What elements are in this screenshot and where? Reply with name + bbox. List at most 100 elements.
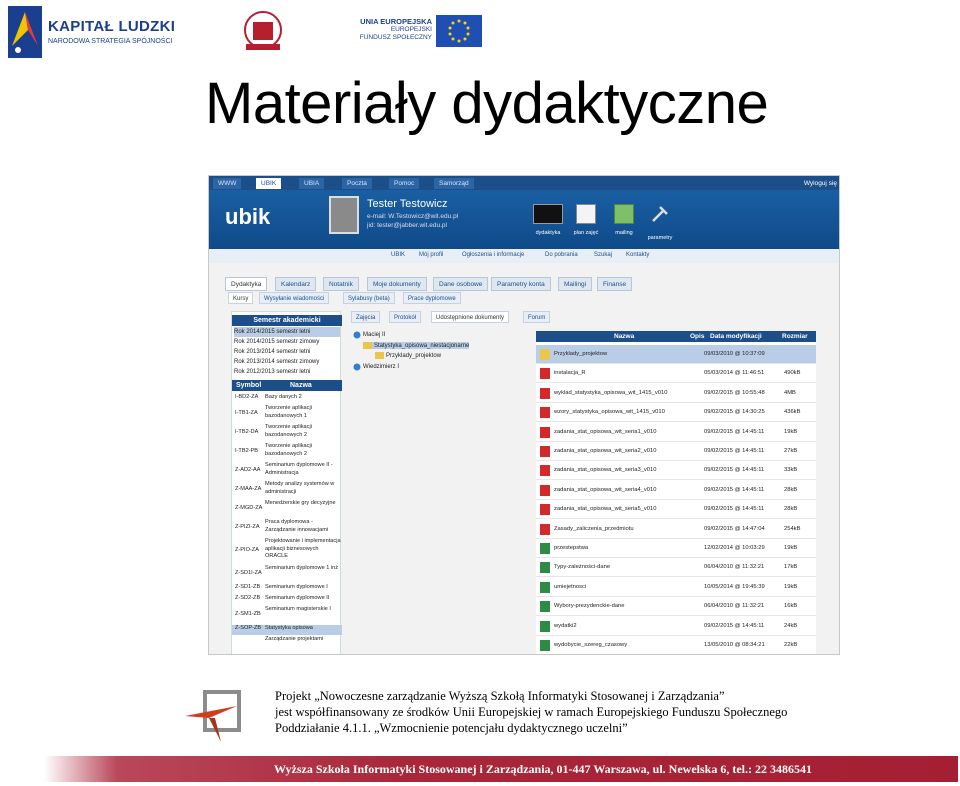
- subnav-ogloszenia[interactable]: Ogłoszenia i informacje: [462, 252, 524, 258]
- course-name: Tworzenie aplikacji bazodanowych 1: [265, 405, 312, 419]
- file-row[interactable]: Przyklady_projektow 09/03/2010 @ 10:37:09: [536, 345, 816, 364]
- file-name: zadania_stat_opisowa_wit_seria5_v010: [554, 506, 657, 513]
- course-code: I-TB2-DA: [235, 429, 259, 435]
- topnav-poczta[interactable]: Poczta: [342, 178, 372, 189]
- course-row[interactable]: Z-PIZI-ZA Praca dyplomowa - Zarządzanie i…: [232, 519, 342, 537]
- topnav-ubia[interactable]: UBIA: [299, 178, 325, 189]
- subtab-sylabusy[interactable]: Sylabusy (beta): [343, 292, 395, 304]
- course-row-selected[interactable]: Z-SOP-ZB Statystyka opisowa: [232, 625, 342, 635]
- semester-item[interactable]: Rok 2013/2014 semestr zimowy: [234, 357, 340, 367]
- tree-folder[interactable]: Przyklady_projektow: [375, 352, 441, 359]
- file-row[interactable]: instalacja_R 05/03/2014 @ 11:46:51 490kB: [536, 364, 816, 384]
- parametry-button[interactable]: parametry: [643, 204, 677, 241]
- file-row[interactable]: Wybory-prezydenckie-dane 06/04/2010 @ 11:…: [536, 597, 816, 617]
- tab-protokol[interactable]: Protokół: [389, 311, 422, 323]
- topnav-ubik[interactable]: UBIK: [256, 178, 282, 189]
- file-row[interactable]: umiejetnosci 10/05/2014 @ 19:45:39 19kB: [536, 578, 816, 597]
- course-row[interactable]: Z-SD1-ZB Seminarium dyplomowe I: [232, 584, 342, 594]
- ue-title: UNIA EUROPEJSKA: [360, 17, 432, 26]
- user-name: Tester Testowicz: [367, 198, 448, 210]
- course-name: Projektowanie i implementacja aplikacji …: [265, 538, 341, 559]
- file-row[interactable]: wydobycie_szereg_czasowy 13/05/2010 @ 08:…: [536, 636, 816, 654]
- logout-link[interactable]: Wyloguj się: [804, 178, 837, 189]
- tab-dydaktyka[interactable]: Dydaktyka: [225, 277, 268, 291]
- topnav-samorzad[interactable]: Samorząd: [434, 178, 474, 189]
- tab-udostepnione[interactable]: Udostępnione dokumenty: [431, 311, 510, 323]
- course-name: Seminarium dyplomowe II: [265, 595, 330, 601]
- tab-parametry-konta[interactable]: Parametry konta: [491, 277, 551, 291]
- tab-zajecia[interactable]: Zajęcia: [351, 311, 381, 323]
- tree-node[interactable]: Maciej II: [353, 331, 385, 339]
- file-row[interactable]: Typy-zależności-dane 06/04/2010 @ 11:32:2…: [536, 558, 816, 578]
- file-row[interactable]: zadania_stat_opisowa_wit_seria3_v010 09/0…: [536, 461, 816, 481]
- tree-node[interactable]: Wiedzimierz I: [353, 363, 399, 371]
- user-globe-icon: [353, 363, 361, 371]
- subtab-wysylanie[interactable]: Wysyłanie wiadomości: [259, 292, 330, 304]
- file-name: zadania_stat_opisowa_wit_seria1_v010: [554, 428, 657, 435]
- tree-folder[interactable]: Statystyka_opisowa_niestacjonarne: [363, 342, 470, 349]
- subtab-prace[interactable]: Prace dyplomowe: [403, 292, 461, 304]
- course-row[interactable]: I-TB2-PB Tworzenie aplikacji bazodanowych…: [232, 443, 342, 461]
- course-code: Z-PIO-ZA: [235, 547, 259, 553]
- file-row[interactable]: zadania_stat_opisowa_wit_seria4_v010 09/0…: [536, 481, 816, 500]
- file-row[interactable]: wyklad_statystyka_opisowa_wit_1415_v010 0…: [536, 384, 816, 403]
- pdf-icon: [540, 426, 550, 438]
- tab-moje-dokumenty[interactable]: Moje dokumenty: [367, 277, 427, 291]
- tab-dane-osobowe[interactable]: Dane osobowe: [433, 277, 489, 291]
- tab-notatnik[interactable]: Notatnik: [323, 277, 359, 291]
- file-size: 490kB: [784, 370, 801, 377]
- course-row[interactable]: Z-SD1I-ZA Seminarium dyplomowe 1 inż: [232, 565, 342, 583]
- spreadsheet-icon: [540, 543, 550, 554]
- semester-item[interactable]: Rok 2012/2013 semestr letni: [234, 367, 340, 377]
- course-row[interactable]: I-TB1-ZA Tworzenie aplikacji bazodanowych…: [232, 405, 342, 423]
- semester-item[interactable]: Rok 2014/2015 semestr letni: [234, 327, 340, 337]
- subtab-kursy[interactable]: Kursy: [228, 292, 254, 304]
- course-row[interactable]: Z-MGD-ZA Menedżerskie gry decyzyjne: [232, 500, 342, 518]
- course-row[interactable]: Z-SD2-ZB Seminarium dyplomowe II: [232, 595, 342, 605]
- course-subtabs: Kursy Wysyłanie wiadomości Sylabusy (bet…: [225, 292, 825, 305]
- tab-mailingi[interactable]: Mailingi: [558, 277, 593, 291]
- course-row[interactable]: Z-PIO-ZA Projektowanie i implementacja ap…: [232, 538, 342, 564]
- course-row[interactable]: I-TB2-DA Tworzenie aplikacji bazodanowych…: [232, 424, 342, 442]
- semester-item[interactable]: Rok 2014/2015 semestr zimowy: [234, 337, 340, 347]
- course-list-header: Symbol Nazwa: [232, 380, 342, 391]
- subnav-profil[interactable]: Mój profil: [419, 252, 443, 258]
- course-row[interactable]: Z-MAA-ZA Metody analizy systemów w admini…: [232, 481, 342, 499]
- main-tabs: Dydaktyka Kalendarz Notatnik Moje dokume…: [225, 277, 825, 291]
- plan-zajec-button[interactable]: plan zajęć: [569, 204, 603, 236]
- pdf-icon: [540, 446, 550, 457]
- tab-finanse[interactable]: Finanse: [597, 277, 633, 291]
- course-name: Seminarium dyplomowe I: [265, 584, 328, 590]
- course-row[interactable]: Z-AD2-AA Seminarium dyplomowe II - Admini…: [232, 462, 342, 480]
- topnav-pomoc[interactable]: Pomoc: [389, 178, 420, 189]
- file-list-header: Nazwa Opis Data modyfikacji Rozmiar: [536, 331, 816, 342]
- pdf-icon: [540, 465, 550, 477]
- tools-icon: [652, 206, 668, 222]
- course-code: Z-PIZI-ZA: [235, 524, 260, 530]
- semester-item[interactable]: Rok 2013/2014 semestr letni: [234, 347, 340, 357]
- tab-forum[interactable]: Forum: [523, 311, 551, 323]
- course-row[interactable]: Z-SM1-ZB Seminarium magisterskie I: [232, 606, 342, 624]
- subnav-ubik[interactable]: UBIK: [391, 252, 405, 258]
- file-size: 24kB: [784, 622, 798, 629]
- file-row[interactable]: zadania_stat_opisowa_wit_seria5_v010 09/0…: [536, 500, 816, 520]
- page-title: Materiały dydaktyczne: [205, 71, 769, 136]
- file-row[interactable]: zadania_stat_opisowa_wit_seria1_v010 09/0…: [536, 423, 816, 442]
- file-list: Nazwa Opis Data modyfikacji Rozmiar Przy…: [536, 331, 816, 654]
- file-row[interactable]: wzory_statystyka_opisowa_wit_1415_v010 09…: [536, 403, 816, 423]
- ue-text: UNIA EUROPEJSKA EUROPEJSKI FUNDUSZ SPOŁE…: [352, 18, 432, 42]
- subnav-szukaj[interactable]: Szukaj: [594, 252, 612, 258]
- subnav-kontakty[interactable]: Kontakty: [626, 252, 649, 258]
- topnav-www[interactable]: WWW: [213, 178, 242, 189]
- course-row[interactable]: Zarządzanie projektami: [232, 636, 342, 646]
- file-row[interactable]: Zasady_zaliczenia_przedmiotu 09/02/2015 @…: [536, 520, 816, 539]
- dydaktyka-button[interactable]: dydaktyka: [531, 204, 565, 236]
- course-row[interactable]: I-BD2-ZA Bazy danych 2: [232, 394, 342, 404]
- file-row[interactable]: wydatki2 09/02/2015 @ 14:45:11 24kB: [536, 617, 816, 636]
- tab-kalendarz[interactable]: Kalendarz: [275, 277, 317, 291]
- file-size: 33kB: [784, 467, 798, 474]
- file-row[interactable]: zadania_stat_opisowa_wit_seria2_v010 09/0…: [536, 442, 816, 461]
- mailing-button[interactable]: mailing: [607, 204, 641, 236]
- subnav-pobrania[interactable]: Do pobrania: [545, 252, 578, 258]
- file-row[interactable]: przestepstwa 12/02/2014 @ 10:03:29 19kB: [536, 539, 816, 558]
